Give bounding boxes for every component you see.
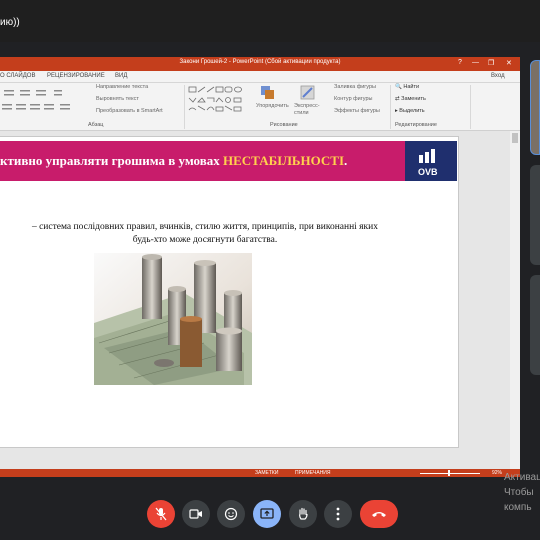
raise-hand-button[interactable] [289,500,317,528]
end-call-icon [372,512,386,517]
meeting-top-bar: ию)) [0,0,540,42]
zoom-slider-handle[interactable] [448,470,450,476]
coins-money-image [94,253,252,385]
more-options-button[interactable] [324,500,352,528]
quick-styles-button[interactable]: Экспресс-стили [294,103,324,117]
select-label: Выделить [399,108,425,114]
slide[interactable]: ктивно управляти грошима в умовах НЕСТАБ… [0,136,459,448]
convert-smartart-button[interactable]: Преобразовать в SmartArt [96,108,163,114]
zoom-level[interactable]: 92% [492,470,502,476]
coins-money-picture [94,253,252,385]
arrange-icon [261,86,274,99]
replace-button[interactable]: ⇄ Заменить [395,96,426,102]
participant-tile-active[interactable] [530,60,540,155]
shapes-gallery-icon[interactable] [188,86,252,118]
ppt-window-title: Закони Грошей-2 - PowerPoint (Сбой актив… [179,59,341,65]
raise-hand-icon [299,507,308,520]
camera-toggle-button[interactable] [182,500,210,528]
more-options-icon [336,507,340,521]
mic-off-icon [155,507,167,521]
ribbon-separator [184,85,185,129]
shape-fill-button[interactable]: Заливка фигуры [334,84,376,90]
arrange-button[interactable]: Упорядочить [256,103,289,109]
comments-button[interactable]: ПРИМЕЧАНИЯ [295,470,331,476]
ppt-ribbon: Направление текста Выровнять текст Преоб… [0,83,520,131]
ppt-menu-bar: О СЛАЙДОВ РЕЦЕНЗИРОВАНИЕ ВИД Вход [0,71,520,83]
tab-slides[interactable]: О СЛАЙДОВ [0,73,35,79]
ovb-logo: OVB [405,141,457,181]
participant-tile[interactable] [530,165,540,265]
mic-toggle-button[interactable] [147,500,175,528]
windows-activation-watermark: Активация Чтобы компь [504,470,540,515]
minimize-icon[interactable]: — [472,59,479,66]
ribbon-separator [390,85,391,129]
shape-effects-button[interactable]: Эффекты фигуры [334,108,380,114]
slide-heading: ктивно управляти грошима в умовах НЕСТАБ… [0,153,347,169]
tab-view[interactable]: ВИД [115,73,127,79]
present-button[interactable] [253,500,281,528]
select-button[interactable]: ▸ Выделить [395,108,425,114]
quick-styles-icon [300,85,315,100]
body-line-2: будь-хто може досягнути багатства. [132,235,278,245]
heading-end: . [344,153,348,168]
present-icon [260,508,274,519]
align-text-button[interactable]: Выровнять текст [96,96,139,102]
close-icon[interactable]: ✕ [506,59,512,67]
ppt-title-bar: Закони Грошей-2 - PowerPoint (Сбой актив… [0,57,520,71]
notes-button[interactable]: ЗАМЕТКИ [255,470,278,476]
slide-stage: ктивно управляти грошима в умовах НЕСТАБ… [0,131,520,469]
ribbon-separator [470,85,471,129]
slide-vertical-scrollbar[interactable] [510,131,520,469]
meeting-title: ию)) [0,17,20,28]
shared-powerpoint-window: Закони Грошей-2 - PowerPoint (Сбой актив… [0,57,520,477]
scrollbar-thumb[interactable] [512,133,518,143]
help-icon[interactable]: ? [458,59,462,66]
heading-main: ктивно управляти грошима в умовах [0,153,223,168]
ppt-status-bar: ЗАМЕТКИ ПРИМЕЧАНИЯ 92% [0,469,520,477]
heading-highlight: НЕСТАБІЛЬНОСТІ [223,153,345,168]
find-label: Найти [403,84,420,90]
emoji-icon [224,507,238,521]
slide-banner: ктивно управляти грошима в умовах НЕСТАБ… [0,141,405,181]
drawing-group-label: Рисование [270,122,298,128]
tab-review[interactable]: РЕЦЕНЗИРОВАНИЕ [47,73,105,79]
end-call-button[interactable] [360,500,398,528]
body-line-1: – система послідовних правил, вчинків, с… [31,222,379,232]
text-direction-button[interactable]: Направление текста [96,84,148,90]
login-link[interactable]: Вход [491,73,505,79]
find-button[interactable]: 🔍 Найти [395,84,419,90]
zoom-slider[interactable] [420,473,480,474]
watermark-line-3: компь [504,502,532,513]
watermark-line-2: Чтобы [504,487,534,498]
reactions-button[interactable] [217,500,245,528]
ovb-logo-icon: OVB [418,149,438,177]
paragraph-format-icons[interactable] [2,87,82,117]
editing-group-label: Редактирование [395,122,437,128]
paragraph-group-label: Абзац [88,122,104,128]
shape-outline-button[interactable]: Контур фигуры [334,96,372,102]
replace-label: Заменить [401,96,426,102]
ovb-logo-text: OVB [418,167,438,177]
slide-body-text: – система послідовних правил, вчинків, с… [0,221,410,247]
maximize-icon[interactable]: ❐ [488,59,494,67]
camera-icon [189,509,202,519]
participant-tile[interactable] [530,275,540,375]
watermark-line-1: Активация [504,472,540,483]
